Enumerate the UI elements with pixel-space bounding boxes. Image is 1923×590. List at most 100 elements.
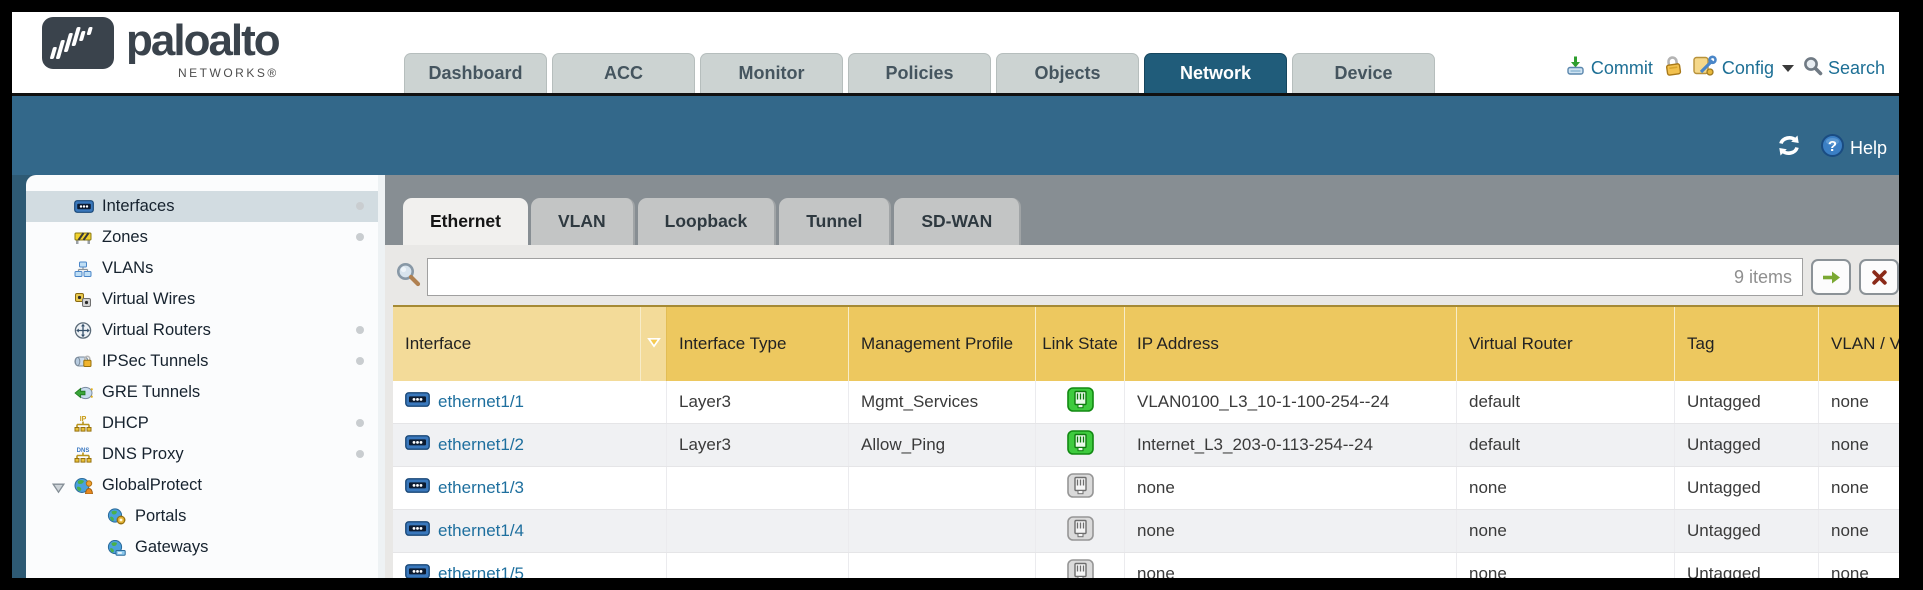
config-dropdown[interactable]: Config (1693, 55, 1794, 81)
vr-cell: default (1457, 381, 1675, 423)
vlan-cell: none (1819, 381, 1899, 423)
lock-icon[interactable] (1662, 55, 1684, 81)
clear-filter-button[interactable] (1859, 259, 1899, 295)
table-row: ethernet1/4 none none Untagged none (393, 510, 1899, 553)
sidebar-item-vlans[interactable]: VLANs (26, 253, 378, 284)
ip-cell: none (1125, 467, 1457, 509)
help-icon: ? (1820, 133, 1845, 163)
interfaces-icon (74, 198, 94, 215)
interface-link[interactable]: ethernet1/2 (438, 435, 524, 455)
sidebar-item-portals[interactable]: Portals (26, 501, 378, 532)
tag-cell: Untagged (1675, 381, 1819, 423)
profile-cell: Allow_Ping (849, 424, 1036, 466)
sidebar-item-globalprotect[interactable]: GlobalProtect (26, 470, 378, 501)
link-up-icon (1067, 387, 1094, 417)
col-link-state[interactable]: Link State (1036, 307, 1125, 381)
tag-cell: Untagged (1675, 424, 1819, 466)
interface-subtabs: Ethernet VLAN Loopback Tunnel SD-WAN (385, 175, 1899, 245)
tab-objects[interactable]: Objects (996, 53, 1139, 93)
subtab-loopback[interactable]: Loopback (638, 198, 777, 245)
interface-link[interactable]: ethernet1/1 (438, 392, 524, 412)
link-down-icon (1067, 559, 1094, 578)
col-management-profile[interactable]: Management Profile (849, 307, 1036, 381)
tag-cell: Untagged (1675, 467, 1819, 509)
col-interface-type[interactable]: Interface Type (667, 307, 849, 381)
col-vlan-wire[interactable]: VLAN / Virtual Wire (1819, 307, 1899, 381)
link-down-icon (1067, 473, 1094, 503)
collapse-triangle-icon[interactable] (52, 480, 65, 499)
link-up-icon (1067, 430, 1094, 460)
ip-cell: VLAN0100_L3_10-1-100-254--24 (1125, 381, 1457, 423)
commit-button[interactable]: Commit (1565, 55, 1653, 81)
tab-network[interactable]: Network (1144, 53, 1287, 93)
sidebar-item-virtual-wires[interactable]: Virtual Wires (26, 284, 378, 315)
type-cell (667, 553, 849, 578)
interface-cell: ethernet1/2 (393, 424, 667, 466)
tab-dashboard[interactable]: Dashboard (404, 53, 547, 93)
subtab-sdwan[interactable]: SD-WAN (894, 198, 1021, 245)
profile-cell (849, 553, 1036, 578)
app-window: paloalto NETWORKS® Dashboard ACC Monitor… (12, 12, 1899, 578)
portals-icon (107, 508, 127, 525)
sidebar-item-dns-proxy[interactable]: DNS DNS Proxy (26, 439, 378, 470)
vlan-cell: none (1819, 467, 1899, 509)
chevron-down-icon (1782, 65, 1794, 72)
apply-filter-button[interactable] (1811, 259, 1851, 295)
gre-tunnels-icon (74, 384, 94, 401)
col-interface[interactable]: Interface (393, 307, 641, 381)
subtab-ethernet[interactable]: Ethernet (403, 198, 528, 245)
interface-link[interactable]: ethernet1/3 (438, 478, 524, 498)
vlans-icon (74, 260, 94, 277)
col-virtual-router[interactable]: Virtual Router (1457, 307, 1675, 381)
filter-input-box: 9 items (427, 258, 1803, 296)
ethernet-content: 9 items Interface (385, 245, 1899, 578)
tab-acc[interactable]: ACC (552, 53, 695, 93)
type-cell (667, 510, 849, 552)
header-actions: Commit Config (1565, 55, 1885, 81)
vr-cell: none (1457, 553, 1675, 578)
vlan-cell: none (1819, 553, 1899, 578)
profile-cell (849, 510, 1036, 552)
sort-triangle-icon (647, 335, 661, 353)
table-row: ethernet1/1 Layer3 Mgmt_Services VLAN010… (393, 381, 1899, 424)
link-down-icon (1067, 516, 1094, 546)
commit-icon (1565, 55, 1586, 81)
virtual-wires-icon (74, 291, 94, 308)
link-state-cell (1036, 553, 1125, 578)
type-cell: Layer3 (667, 424, 849, 466)
profile-cell: Mgmt_Services (849, 381, 1036, 423)
paloalto-logo-icon (42, 17, 114, 74)
main-nav-tabs: Dashboard ACC Monitor Policies Objects N… (404, 53, 1435, 93)
subtab-vlan[interactable]: VLAN (531, 198, 635, 245)
subtab-tunnel[interactable]: Tunnel (779, 198, 891, 245)
table-row: ethernet1/2 Layer3 Allow_Ping Internet_L… (393, 424, 1899, 467)
gateways-icon (107, 539, 127, 556)
sidebar-item-ipsec-tunnels[interactable]: IPSec Tunnels (26, 346, 378, 377)
tab-monitor[interactable]: Monitor (700, 53, 843, 93)
sidebar-splitter[interactable] (378, 175, 385, 578)
table-row: ethernet1/3 none none Untagged none (393, 467, 1899, 510)
ip-cell: Internet_L3_203-0-113-254--24 (1125, 424, 1457, 466)
sidebar-item-dhcp[interactable]: IP DHCP (26, 408, 378, 439)
sort-dropdown[interactable] (641, 307, 667, 381)
help-button[interactable]: ? Help (1820, 133, 1887, 163)
interface-link[interactable]: ethernet1/4 (438, 521, 524, 541)
sidebar-item-virtual-routers[interactable]: Virtual Routers (26, 315, 378, 346)
refresh-icon[interactable] (1774, 133, 1804, 163)
filter-input[interactable] (428, 259, 1802, 295)
col-ip-address[interactable]: IP Address (1125, 307, 1457, 381)
sidebar-item-zones[interactable]: Zones (26, 222, 378, 253)
col-tag[interactable]: Tag (1675, 307, 1819, 381)
interface-link[interactable]: ethernet1/5 (438, 564, 524, 578)
sidebar-item-gateways[interactable]: Gateways (26, 532, 378, 563)
sidebar-item-gre-tunnels[interactable]: GRE Tunnels (26, 377, 378, 408)
vr-cell: none (1457, 467, 1675, 509)
sidebar-item-interfaces[interactable]: Interfaces (26, 191, 378, 222)
globalprotect-icon (74, 477, 94, 494)
link-state-cell (1036, 467, 1125, 509)
zones-icon (74, 229, 94, 246)
tab-policies[interactable]: Policies (848, 53, 991, 93)
ethernet-port-icon (405, 392, 430, 412)
tab-device[interactable]: Device (1292, 53, 1435, 93)
search-button[interactable]: Search (1803, 56, 1885, 81)
